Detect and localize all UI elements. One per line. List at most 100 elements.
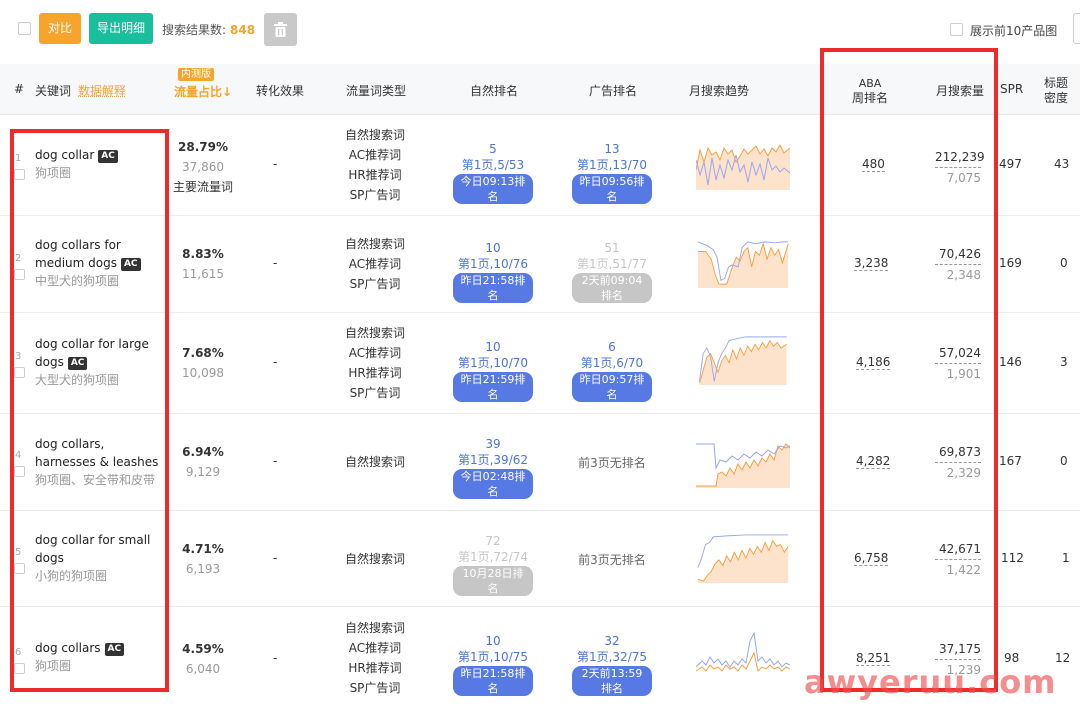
- conversion-value: -: [273, 355, 278, 369]
- trend-sparkline[interactable]: [696, 631, 790, 681]
- conversion-value: -: [273, 551, 278, 565]
- flow-percent: 7.68%: [182, 346, 224, 360]
- ad-rank-number: 51: [604, 241, 620, 255]
- top10-checkbox[interactable]: [950, 23, 963, 36]
- trend-sparkline[interactable]: [696, 140, 790, 190]
- organic-rank-time: 今日09:13排名: [453, 174, 533, 204]
- trend-sparkline[interactable]: [696, 238, 790, 288]
- result-number: 848: [230, 23, 256, 37]
- organic-rank-time: 昨日21:58排名: [453, 666, 533, 696]
- keyword-highlight-box: [10, 129, 169, 692]
- col-flow-sort[interactable]: 流量占比↓: [174, 83, 232, 100]
- col-title-line2: 密度: [1044, 91, 1069, 105]
- flow-count: 11,615: [182, 267, 224, 281]
- ad-rank-none: 前3页无排名: [578, 456, 646, 470]
- ad-rank[interactable]: 6 第1页,6/70 昨日09:57排名: [572, 339, 652, 402]
- ad-rank-page: 第1页,51/77: [576, 257, 648, 271]
- ad-rank-number: 13: [604, 142, 620, 156]
- organic-rank-time: 昨日21:58排名: [453, 273, 533, 303]
- organic-rank-page: 第1页,10/76: [457, 257, 529, 271]
- type-list: 自然搜索词 AC推荐词 HR推荐词 SP广告词: [335, 618, 415, 698]
- flow-count: 9,129: [185, 465, 221, 479]
- organic-rank[interactable]: 39 第1页,39/62 今日02:48排名: [453, 436, 533, 499]
- organic-rank-time: 10月28日排名: [453, 566, 533, 596]
- organic-rank-number: 72: [485, 534, 501, 548]
- spr-value: 497: [999, 157, 1022, 171]
- flow-count: 6,040: [185, 662, 221, 676]
- organic-rank-page: 第1页,5/53: [461, 158, 525, 172]
- ad-rank-page: 第1页,32/75: [576, 650, 648, 664]
- trash-icon: [274, 22, 287, 37]
- type-item: HR推荐词: [348, 661, 402, 675]
- delete-button[interactable]: [264, 13, 297, 46]
- flow-cell: 8.83% 11,615: [168, 244, 238, 284]
- aba-volume-highlight-box: [820, 48, 998, 692]
- organic-rank[interactable]: 10 第1页,10/70 昨日21:59排名: [453, 339, 533, 402]
- ad-rank-time: 2天前09:04排名: [572, 273, 652, 303]
- col-title-line1: 标题: [1044, 76, 1069, 90]
- organic-rank-time: 今日02:48排名: [453, 469, 533, 499]
- flow-count: 10,098: [182, 366, 224, 380]
- ad-rank[interactable]: 13 第1页,13/70 昨日09:56排名: [572, 141, 652, 204]
- type-item: HR推荐词: [348, 366, 402, 380]
- flow-percent: 8.83%: [182, 247, 224, 261]
- organic-rank[interactable]: 5 第1页,5/53 今日09:13排名: [453, 141, 533, 204]
- type-item: SP广告词: [349, 681, 401, 695]
- type-list: 自然搜索词 AC推荐词 SP广告词: [335, 234, 415, 294]
- flow-percent: 4.71%: [182, 542, 224, 556]
- flow-cell: 4.71% 6,193: [168, 539, 238, 579]
- organic-rank-page: 第1页,10/70: [457, 356, 529, 370]
- ad-rank-time: 昨日09:57排名: [572, 372, 652, 402]
- watermark: awyeruu.com: [804, 663, 1057, 701]
- type-item: 自然搜索词: [344, 455, 405, 469]
- type-item: AC推荐词: [348, 346, 402, 360]
- toolbar-edge-button[interactable]: [1073, 13, 1080, 44]
- ad-rank-none: 前3页无排名: [578, 553, 646, 567]
- organic-rank-time: 昨日21:59排名: [453, 372, 533, 402]
- type-item: AC推荐词: [348, 148, 402, 162]
- type-item: SP广告词: [349, 277, 401, 291]
- type-item: SP广告词: [349, 386, 401, 400]
- top10-label: 展示前10产品图: [970, 24, 1058, 38]
- density-value: 43: [1054, 157, 1070, 171]
- export-button[interactable]: 导出明细: [89, 13, 153, 44]
- type-list: 自然搜索词 AC推荐词 HR推荐词 SP广告词: [335, 125, 415, 205]
- trend-sparkline[interactable]: [696, 533, 790, 583]
- col-title-density: 标题 密度: [1044, 76, 1068, 106]
- type-item: SP广告词: [349, 188, 401, 202]
- organic-rank-page: 第1页,39/62: [457, 453, 529, 467]
- spr-value: 112: [1001, 551, 1024, 565]
- organic-rank[interactable]: 10 第1页,10/76 昨日21:58排名: [453, 240, 533, 303]
- type-item: AC推荐词: [348, 641, 402, 655]
- type-list: 自然搜索词 AC推荐词 HR推荐词 SP广告词: [335, 323, 415, 403]
- organic-rank[interactable]: 72 第1页,72/74 10月28日排名: [453, 533, 533, 596]
- flow-cell: 6.94% 9,129: [168, 442, 238, 482]
- trend-sparkline[interactable]: [696, 438, 790, 488]
- ad-rank[interactable]: 32 第1页,32/75 2天前13:59排名: [572, 633, 652, 696]
- beta-badge: 内测版: [178, 68, 214, 81]
- ad-rank[interactable]: 51 第1页,51/77 2天前09:04排名: [572, 240, 652, 303]
- flow-percent: 4.59%: [182, 642, 224, 656]
- density-value: 0: [1060, 256, 1068, 270]
- organic-rank-number: 5: [489, 142, 497, 156]
- type-list: 自然搜索词: [335, 452, 415, 472]
- col-trend: 月搜索趋势: [689, 84, 750, 98]
- type-item: 自然搜索词: [344, 621, 405, 635]
- organic-rank[interactable]: 10 第1页,10/75 昨日21:58排名: [453, 633, 533, 696]
- select-all-checkbox[interactable]: [18, 22, 31, 35]
- type-item: 自然搜索词: [344, 128, 405, 142]
- trend-sparkline[interactable]: [696, 335, 790, 385]
- organic-rank-number: 39: [485, 437, 501, 451]
- spr-value: 167: [999, 454, 1022, 468]
- col-spr: SPR: [1000, 82, 1024, 96]
- spr-value: 146: [999, 355, 1022, 369]
- flow-count: 37,860: [182, 160, 224, 174]
- result-label: 搜索结果数:: [162, 23, 227, 37]
- ad-rank-page: 第1页,13/70: [576, 158, 648, 172]
- compare-button[interactable]: 对比: [39, 13, 81, 44]
- main-flow-tag: 主要流量词: [172, 180, 233, 194]
- type-item: HR推荐词: [348, 168, 402, 182]
- data-explain-link[interactable]: 数据解释: [78, 82, 126, 99]
- density-value: 12: [1055, 651, 1071, 665]
- ad-rank-time: 昨日09:56排名: [572, 174, 652, 204]
